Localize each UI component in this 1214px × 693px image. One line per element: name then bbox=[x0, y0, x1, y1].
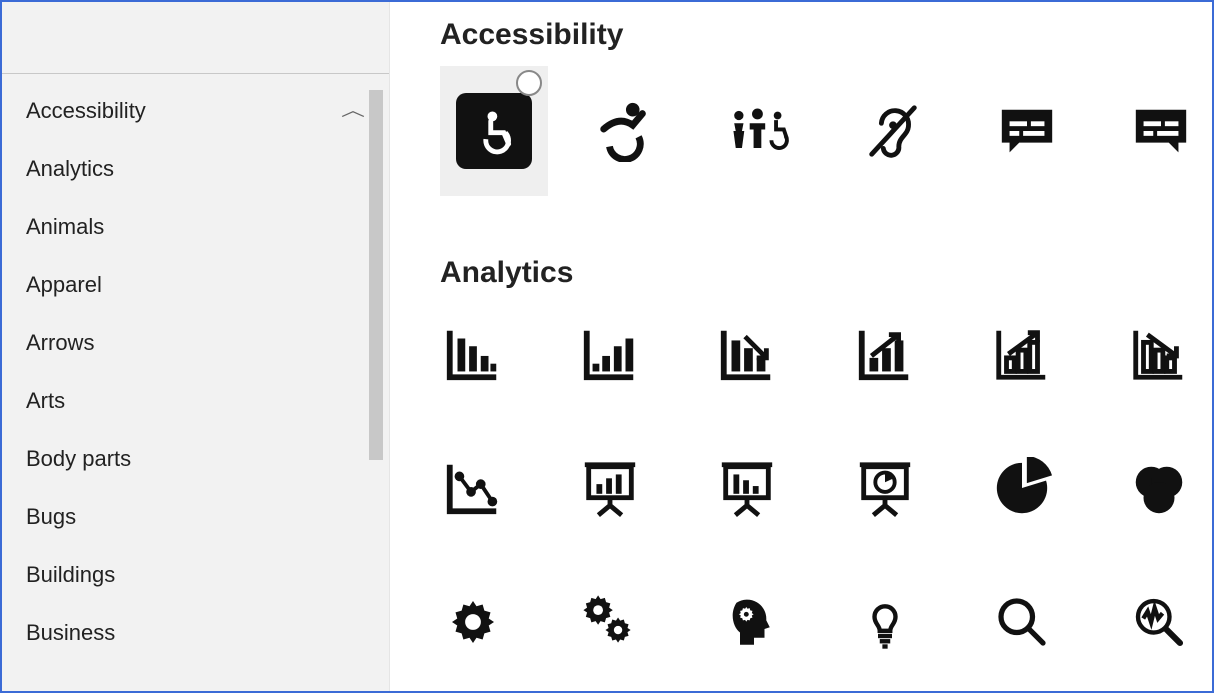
sidebar-item-label: Analytics bbox=[26, 156, 114, 182]
sidebar-item-accessibility[interactable]: Accessibility ︿ bbox=[2, 82, 389, 140]
pie-chart-icon[interactable] bbox=[989, 455, 1054, 521]
closed-caption-bubble-solid-icon[interactable] bbox=[1130, 98, 1192, 164]
icon-gallery-main: Accessibility bbox=[390, 2, 1212, 691]
sidebar-item-label: Animals bbox=[26, 214, 104, 240]
people-accessible-icon[interactable] bbox=[728, 98, 790, 164]
presentation-bar-icon[interactable] bbox=[577, 455, 642, 521]
presentation-pie-icon[interactable] bbox=[852, 455, 917, 521]
sidebar-scrollbar-thumb[interactable] bbox=[369, 90, 383, 460]
bar-chart-arrow-outline-icon[interactable] bbox=[989, 321, 1054, 387]
gear-icon[interactable] bbox=[440, 589, 505, 655]
sidebar-scrollbar[interactable] bbox=[369, 90, 383, 460]
presentation-bar2-icon[interactable] bbox=[715, 455, 780, 521]
sidebar-item-label: Bugs bbox=[26, 504, 76, 530]
accessible-motion-icon[interactable] bbox=[594, 98, 656, 164]
category-sidebar: Accessibility ︿ Analytics Animals Appare… bbox=[2, 2, 390, 691]
bar-chart-arrow-outline2-icon[interactable] bbox=[1127, 321, 1192, 387]
sidebar-item-body-parts[interactable]: Body parts bbox=[2, 430, 389, 488]
section-title-accessibility: Accessibility bbox=[440, 18, 1192, 52]
venn-icon[interactable] bbox=[1127, 455, 1192, 521]
sidebar-item-label: Business bbox=[26, 620, 115, 646]
scatter-line-chart-icon[interactable] bbox=[440, 455, 505, 521]
icon-picker-window: Accessibility ︿ Analytics Animals Appare… bbox=[0, 0, 1214, 693]
analytics-icon-row-1 bbox=[440, 304, 1192, 404]
selected-icon-tile[interactable] bbox=[440, 66, 548, 196]
sidebar-header-spacer bbox=[2, 2, 389, 74]
sidebar-item-analytics[interactable]: Analytics bbox=[2, 140, 389, 198]
sidebar-item-business[interactable]: Business bbox=[2, 604, 389, 662]
wheelchair-symbol-icon bbox=[456, 93, 532, 169]
accessibility-icon-row bbox=[440, 66, 1192, 196]
analytics-icon-row-3 bbox=[440, 572, 1192, 672]
bar-chart-desc-icon[interactable] bbox=[440, 321, 505, 387]
sidebar-item-label: Apparel bbox=[26, 272, 102, 298]
sidebar-item-label: Accessibility bbox=[26, 98, 146, 124]
sidebar-item-buildings[interactable]: Buildings bbox=[2, 546, 389, 604]
chevron-up-icon: ︿ bbox=[341, 103, 365, 120]
head-gears-icon[interactable] bbox=[715, 589, 780, 655]
gears-icon[interactable] bbox=[577, 589, 642, 655]
sidebar-item-label: Arts bbox=[26, 388, 65, 414]
bar-chart-up-arrow-icon[interactable] bbox=[852, 321, 917, 387]
bar-chart-down-arrow-icon[interactable] bbox=[715, 321, 780, 387]
sidebar-item-label: Arrows bbox=[26, 330, 94, 356]
analytics-icon-row-2 bbox=[440, 438, 1192, 538]
sidebar-item-label: Body parts bbox=[26, 446, 131, 472]
closed-caption-bubble-icon[interactable] bbox=[996, 98, 1058, 164]
sidebar-item-animals[interactable]: Animals bbox=[2, 198, 389, 256]
sidebar-item-arrows[interactable]: Arrows bbox=[2, 314, 389, 372]
magnifier-wave-icon[interactable] bbox=[1127, 589, 1192, 655]
selection-marker-icon bbox=[516, 70, 542, 96]
section-title-analytics: Analytics bbox=[440, 256, 1192, 290]
sidebar-item-bugs[interactable]: Bugs bbox=[2, 488, 389, 546]
bar-chart-asc-icon[interactable] bbox=[577, 321, 642, 387]
category-list: Accessibility ︿ Analytics Animals Appare… bbox=[2, 74, 389, 691]
lightbulb-icon[interactable] bbox=[852, 589, 917, 655]
sidebar-item-apparel[interactable]: Apparel bbox=[2, 256, 389, 314]
hearing-impaired-icon[interactable] bbox=[862, 98, 924, 164]
sidebar-item-label: Buildings bbox=[26, 562, 115, 588]
sidebar-item-arts[interactable]: Arts bbox=[2, 372, 389, 430]
magnifier-icon[interactable] bbox=[989, 589, 1054, 655]
